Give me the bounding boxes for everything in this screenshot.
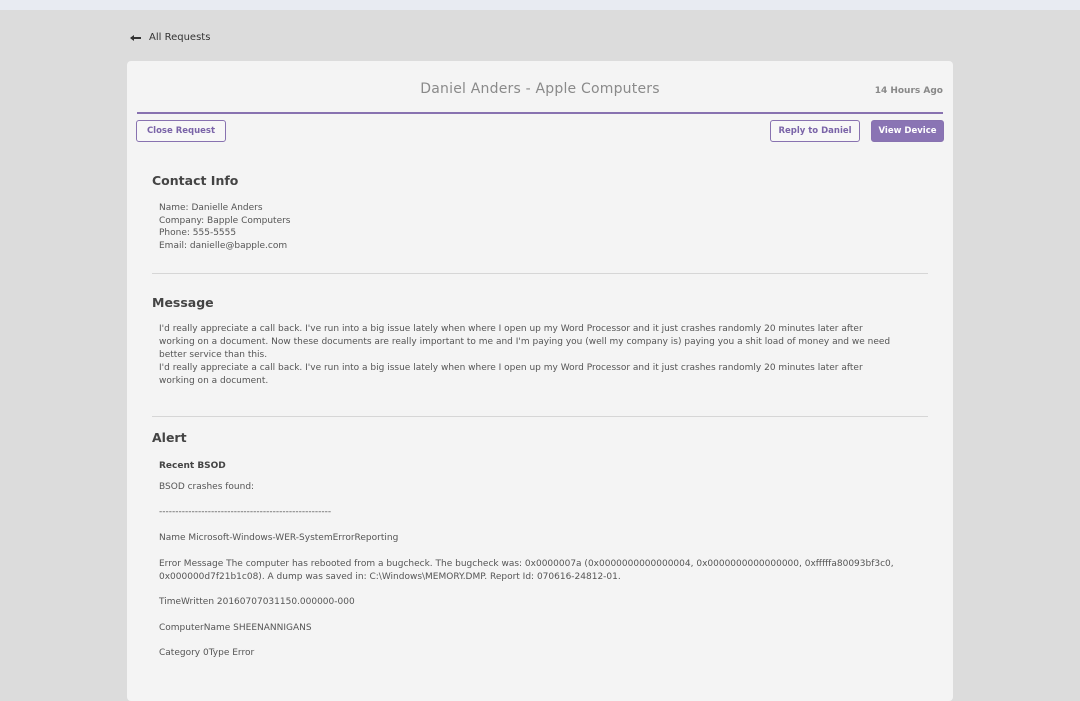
- alert-name-line: Name Microsoft-Windows-WER-SystemErrorRe…: [159, 533, 399, 543]
- message-paragraph: I'd really appreciate a call back. I've …: [159, 362, 863, 386]
- message-paragraph: I'd really appreciate a call back. I've …: [159, 324, 891, 360]
- back-link-label: All Requests: [149, 32, 211, 43]
- alert-time-written: TimeWritten 20160707031150.000000-000: [159, 597, 355, 607]
- request-title: Daniel Anders - Apple Computers: [420, 81, 660, 97]
- reply-button[interactable]: Reply to Daniel: [770, 120, 860, 142]
- alert-error-message: Error Message The computer has rebooted …: [159, 559, 897, 582]
- view-device-button[interactable]: View Device: [871, 120, 944, 142]
- contact-info-details: Name: Danielle Anders Company: Bapple Co…: [159, 202, 291, 253]
- arrow-left-icon: [130, 33, 141, 43]
- alert-found-line: BSOD crashes found:: [159, 482, 255, 492]
- contact-name: Name: Danielle Anders: [159, 203, 263, 213]
- back-to-all-requests-link[interactable]: All Requests: [130, 32, 210, 43]
- alert-computer-name: ComputerName SHEENANNIGANS: [159, 623, 312, 633]
- alert-subheading: Recent BSOD: [159, 461, 226, 471]
- contact-email: Email: danielle@bapple.com: [159, 241, 288, 252]
- title-underline: [137, 112, 943, 114]
- contact-info-heading: Contact Info: [152, 173, 239, 188]
- contact-company: Company: Bapple Computers: [159, 215, 291, 226]
- alert-separator: ----------------------------------------…: [159, 507, 332, 517]
- contact-phone: Phone: 555-5555: [159, 228, 237, 239]
- alert-category: Category 0Type Error: [159, 648, 255, 658]
- alert-heading: Alert: [152, 430, 187, 445]
- message-heading: Message: [152, 295, 214, 310]
- section-divider: [152, 416, 928, 417]
- message-body: I'd really appreciate a call back. I've …: [159, 323, 899, 388]
- top-bar: [0, 0, 1080, 10]
- request-card: Daniel Anders - Apple Computers 14 Hours…: [127, 61, 953, 701]
- section-divider: [152, 273, 928, 274]
- request-timestamp: 14 Hours Ago: [874, 86, 943, 96]
- close-request-button[interactable]: Close Request: [136, 120, 226, 142]
